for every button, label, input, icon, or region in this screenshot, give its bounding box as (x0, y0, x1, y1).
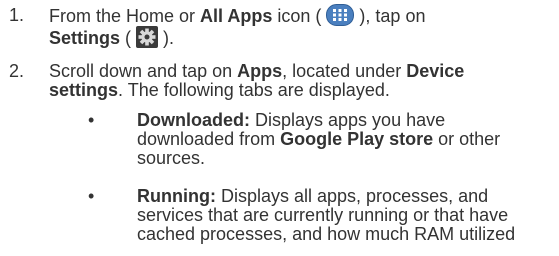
bullet-dot: • (88, 186, 95, 206)
step-1-line-1: From the Home or All Apps icon ( ), tap … (49, 4, 426, 26)
bullet-label: Downloaded: (137, 110, 250, 130)
bullet-downloaded-text: Downloaded: Displays apps you have downl… (137, 110, 501, 168)
step-number: 1. (9, 5, 25, 25)
step-1-line-2: Settings ( ). (49, 26, 175, 48)
step-number: 2. (9, 61, 25, 81)
bullet-dot: • (88, 110, 95, 130)
step-2-line-2: settings. The following tabs are display… (49, 80, 390, 100)
all-apps-grid-icon (326, 4, 355, 26)
settings-gear-icon (136, 26, 159, 48)
step-2-line-1: Scroll down and tap on Apps, located und… (49, 61, 465, 81)
bullet-running-text: Running: Displays all apps, processes, a… (137, 186, 516, 244)
bullet-label: Running: (137, 186, 216, 206)
instructions-page: 1. From the Home or All Apps icon ( ), t… (0, 0, 559, 256)
step-2-text: Scroll down and tap on Apps, located und… (49, 62, 555, 100)
step-1-text: From the Home or All Apps icon ( ), tap … (49, 4, 555, 50)
